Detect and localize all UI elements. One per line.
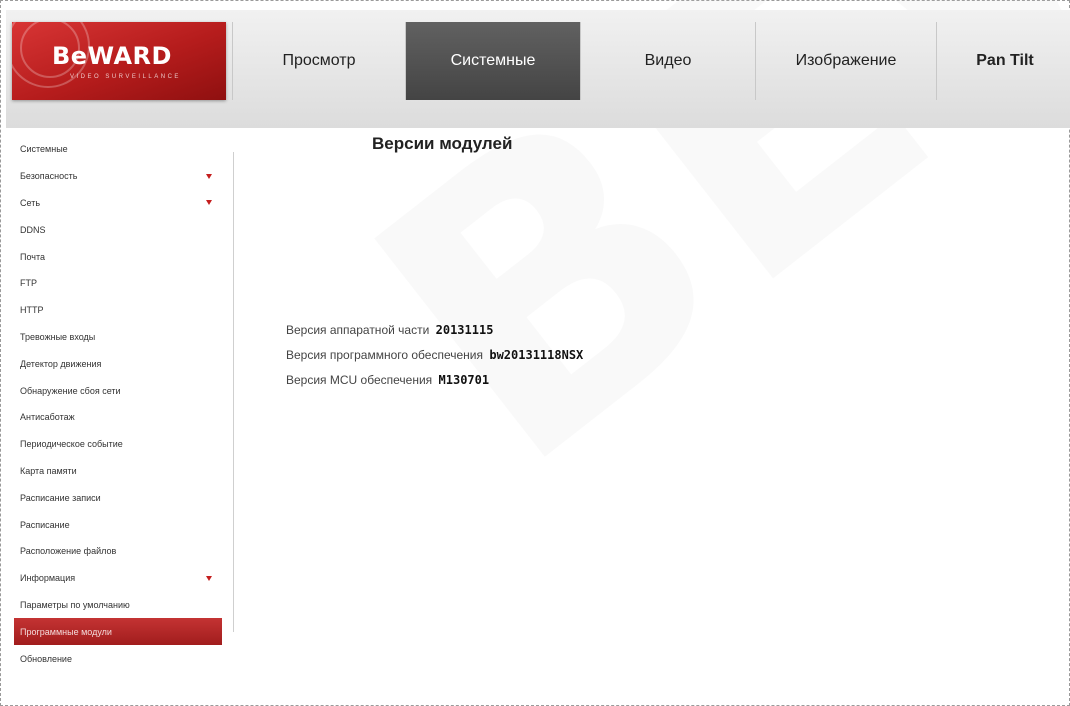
sidebar-item[interactable]: Безопасность	[14, 163, 222, 190]
sidebar-item-label: FTP	[20, 278, 37, 289]
tab-image[interactable]: Изображение	[755, 22, 936, 100]
mcu-version-value: M130701	[438, 373, 490, 387]
sidebar-item-label: Детектор движения	[20, 358, 102, 369]
sidebar-item[interactable]: Детектор движения	[14, 350, 222, 377]
sidebar-item-label: Обнаружение сбоя сети	[20, 385, 121, 396]
sidebar-item-label: Тревожные входы	[20, 331, 96, 342]
sidebar-item-label: Расположение файлов	[20, 546, 117, 557]
hardware-version-value: 20131115	[435, 323, 494, 337]
sidebar-item[interactable]: Карта памяти	[14, 458, 222, 485]
sidebar-item-label: HTTP	[20, 305, 44, 316]
sidebar-item-label: Системные	[20, 144, 68, 155]
sidebar-item[interactable]: HTTP	[14, 297, 222, 324]
mcu-version-label: Версия MCU обеспечения	[286, 373, 433, 387]
expand-arrow-icon[interactable]	[206, 200, 212, 206]
sidebar-item-label: Карта памяти	[20, 465, 77, 476]
expand-arrow-icon[interactable]	[206, 575, 212, 581]
module-versions: Версия аппаратной части 20131115 Версия …	[286, 322, 583, 397]
sidebar-menu: Системные Безопасность Сеть DDNS Почта FTP HTT…	[14, 136, 234, 701]
software-version-label: Версия программного обеспечения	[286, 348, 483, 362]
mcu-version-row: Версия MCU обеспечения M130701	[286, 372, 583, 397]
sidebar-item-label: Информация	[20, 573, 76, 584]
sidebar-item-label: Расписание	[20, 519, 70, 530]
sidebar-item[interactable]: Расположение файлов	[14, 538, 222, 565]
logo-text: BeWARD	[52, 42, 172, 70]
sidebar-item[interactable]: Обновление	[14, 645, 222, 672]
sidebar-divider	[233, 152, 234, 632]
page-title: Версии модулей	[372, 134, 513, 153]
sidebar-item[interactable]: FTP	[14, 270, 222, 297]
tab-system[interactable]: Системные	[405, 22, 580, 100]
sidebar-item[interactable]: Программные модули	[14, 618, 222, 646]
sidebar-item[interactable]: Сеть	[14, 190, 222, 217]
sidebar-item[interactable]: DDNS	[14, 216, 222, 243]
expand-arrow-icon[interactable]	[206, 173, 212, 179]
tab-view[interactable]: Просмотр	[232, 22, 405, 100]
sidebar-item-label: Антисаботаж	[20, 412, 75, 423]
hardware-version-row: Версия аппаратной части 20131115	[286, 322, 583, 347]
sidebar-item-label: Обновление	[20, 653, 72, 664]
sidebar-item-label: Сеть	[20, 197, 41, 208]
sidebar-item[interactable]: Параметры по умолчанию	[14, 592, 222, 619]
sidebar-item[interactable]: Почта	[14, 243, 222, 270]
sidebar-item-label: Безопасность	[20, 171, 78, 182]
sidebar-item[interactable]: Периодическое событие	[14, 431, 222, 458]
hardware-version-label: Версия аппаратной части	[286, 323, 430, 337]
brand-logo[interactable]: BeWARD video surveillance	[12, 22, 226, 100]
software-version-value: bw20131118NSX	[489, 348, 584, 362]
sidebar-item[interactable]: Информация	[14, 565, 222, 592]
tab-pan-tilt[interactable]: Pan Tilt	[936, 22, 1070, 100]
sidebar-item-label: Параметры по умолчанию	[20, 599, 130, 610]
top-nav: Просмотр Системные Видео Изображение Pan…	[232, 22, 1070, 100]
logo-subtitle: video surveillance	[70, 74, 181, 80]
sidebar-item-label: Почта	[20, 251, 45, 262]
sidebar-item[interactable]: Расписание	[14, 511, 222, 538]
sidebar-item[interactable]: Системные	[14, 136, 222, 163]
sidebar-item-label: Программные модули	[20, 626, 112, 637]
sidebar-item-label: DDNS	[20, 224, 46, 235]
sidebar-item[interactable]: Обнаружение сбоя сети	[14, 377, 222, 404]
sidebar-item[interactable]: Расписание записи	[14, 484, 222, 511]
sidebar-item[interactable]: Антисаботаж	[14, 404, 222, 431]
software-version-row: Версия программного обеспечения bw201311…	[286, 347, 583, 372]
tab-video[interactable]: Видео	[580, 22, 755, 100]
sidebar-item-label: Периодическое событие	[20, 439, 123, 450]
sidebar-item-label: Расписание записи	[20, 492, 101, 503]
sidebar-item[interactable]: Тревожные входы	[14, 324, 222, 351]
